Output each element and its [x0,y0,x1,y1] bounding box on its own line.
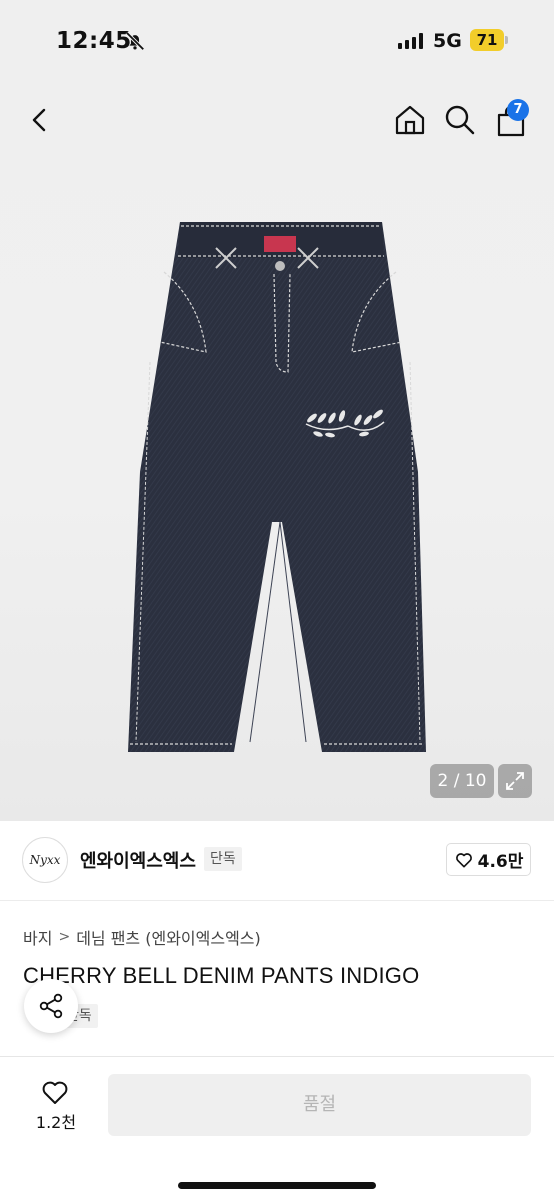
sold-out-button[interactable]: 품절 [108,1074,531,1136]
network-type: 5G [433,30,462,52]
cart-count-badge: 7 [507,99,529,121]
home-icon[interactable] [393,103,427,137]
share-button[interactable] [24,979,78,1033]
status-time: 12:45 [56,28,132,54]
chevron-right-icon: > [58,929,71,945]
brand-logo[interactable]: Nyxx [22,837,68,883]
signal-icon [398,33,423,49]
bottom-action-bar: 1.2천 품절 [0,1056,554,1200]
product-gallery[interactable]: 7 2 / 10 [0,84,554,821]
status-bar: 12:45 5G 71 [0,0,554,84]
brand-name[interactable]: 엔와이엑스엑스 [80,847,196,873]
battery-tip [505,36,508,44]
brand-like-count: 4.6만 [477,852,524,872]
product-image-denim-pants[interactable] [120,222,436,762]
breadcrumb-item[interactable]: 바지 [23,925,52,949]
expand-button[interactable] [498,764,532,798]
heart-icon[interactable] [40,1077,70,1107]
brand-row: Nyxx 엔와이엑스엑스 단독 4.6만 [0,821,554,901]
share-icon [39,993,63,1019]
product-title: CHERRY BELL DENIM PANTS INDIGO [23,963,420,988]
home-indicator [178,1182,376,1189]
battery-icon: 71 [470,29,504,51]
back-arrow-icon[interactable] [26,106,54,134]
image-counter: 2 / 10 [430,764,494,798]
heart-icon [455,852,472,867]
breadcrumb: 바지 > 데님 팬츠 (엔와이엑스엑스) [23,925,261,949]
expand-icon [506,772,524,790]
brand-exclusive-tag: 단독 [204,847,242,871]
breadcrumb-item[interactable]: 데님 팬츠 (엔와이엑스엑스) [76,925,261,949]
bell-off-icon [125,31,145,51]
brand-like-button[interactable]: 4.6만 [446,843,531,876]
search-icon[interactable] [444,104,476,136]
wishlist-count: 1.2천 [35,1113,77,1132]
